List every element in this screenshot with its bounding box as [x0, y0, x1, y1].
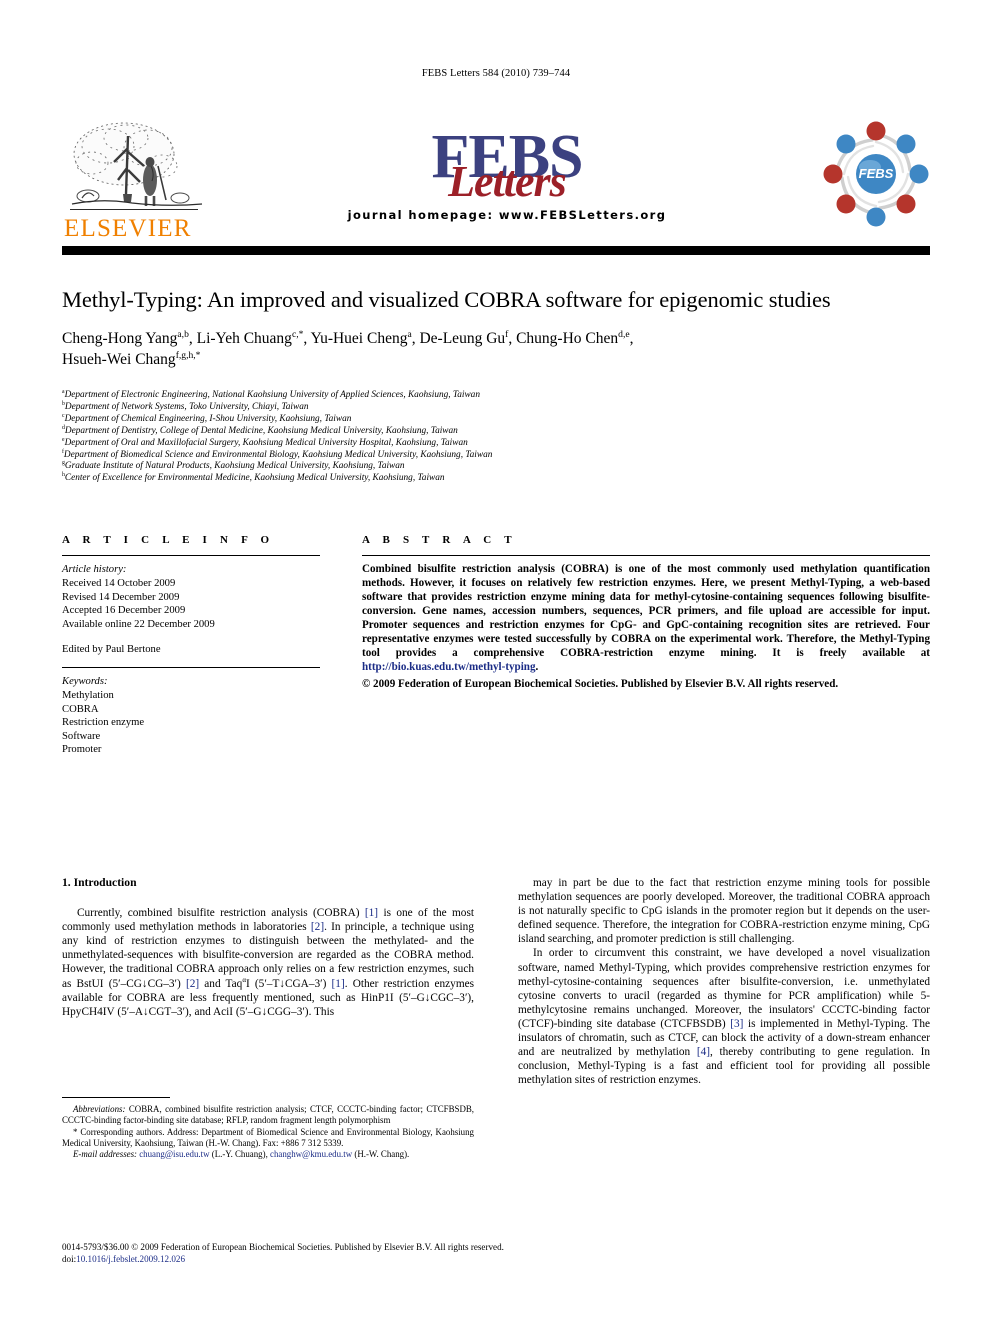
keyword-item: COBRA [62, 703, 99, 715]
article-page: FEBS Letters 584 (2010) 739–744 ELSEVIER… [0, 0, 992, 1323]
affiliation-item: bDepartment of Network Systems, Toko Uni… [62, 400, 309, 412]
febs-society-svg: FEBS [823, 121, 929, 227]
letters-wordmark: Letters [448, 157, 567, 206]
footnote-block: Abbreviations: COBRA, combined bisulfite… [62, 1097, 474, 1161]
colophon: 0014-5793/$36.00 © 2009 Federation of Eu… [62, 1242, 662, 1265]
history-item: Available online 22 December 2009 [62, 618, 215, 630]
footnote-abbreviations: Abbreviations: COBRA, combined bisulfite… [62, 1104, 474, 1126]
article-history-label: Article history: [62, 564, 127, 576]
paragraph: In order to circumvent this constraint, … [518, 947, 930, 1087]
tree-illustration-svg [71, 122, 203, 206]
elsevier-tree-icon [62, 118, 212, 214]
affiliation-item: eDepartment of Oral and Maxillofacial Su… [62, 436, 468, 448]
page-title: Methyl-Typing: An improved and visualize… [62, 287, 831, 312]
keyword-item: Methylation [62, 689, 114, 701]
footnote-corresponding: * Corresponding authors. Address: Depart… [62, 1126, 474, 1148]
journal-masthead: ELSEVIER FEBS Letters journal homepage: … [62, 118, 930, 244]
body-column-left: 1. Introduction Currently, combined bisu… [62, 876, 474, 1019]
doi-line: doi:10.1016/j.febslet.2009.12.026 [62, 1254, 662, 1266]
running-head: FEBS Letters 584 (2010) 739–744 [421, 68, 571, 79]
abstract-text: Combined bisulfite restriction analysis … [362, 563, 930, 691]
abstract-url-link[interactable]: http://bio.kuas.edu.tw/methyl-typing [362, 661, 536, 673]
section-heading-introduction: 1. Introduction [62, 876, 137, 889]
tree-baseline [70, 208, 198, 210]
author-affil-marks: f,g,h,* [175, 349, 201, 361]
issn-copyright-line: 0014-5793/$36.00 © 2009 Federation of Eu… [62, 1242, 504, 1252]
affiliation-list: aDepartment of Electronic Engineering, N… [62, 388, 932, 485]
febs-logo-graphic: FEBS Letters [272, 120, 742, 206]
citation-ref[interactable]: [2] [311, 921, 324, 933]
author-list: Cheng-Hong Yanga,b, Li-Yeh Chuangc,*, Yu… [62, 328, 932, 370]
febs-society-icon: FEBS [822, 120, 930, 228]
author-entry: Hsueh-Wei Changf,g,h,* [62, 349, 201, 368]
abstract-period: . [535, 660, 539, 673]
history-item: Accepted 16 December 2009 [62, 605, 186, 617]
history-item: Revised 14 December 2009 [62, 591, 180, 603]
keyword-item: Software [62, 730, 101, 742]
body-column-right: may in part be due to the fact that rest… [518, 876, 930, 1087]
keyword-item: Restriction enzyme [62, 717, 145, 729]
citation-ref[interactable]: [2] [186, 978, 199, 990]
footnote-emails: E-mail addresses: chuang@isu.edu.tw (L.-… [73, 1149, 410, 1160]
email-link-chang[interactable]: changhw@kmu.edu.tw [270, 1149, 352, 1159]
affiliation-item: hCenter of Excellence for Environmental … [62, 472, 445, 484]
masthead-divider [62, 246, 930, 255]
author-affil-marks: a,b [177, 328, 189, 340]
abstract-column: A B S T R A C T Combined bisulfite restr… [362, 534, 930, 692]
author-affil-marks: d,e [618, 328, 630, 340]
footnote-rule [62, 1097, 170, 1099]
keywords-label: Keywords: [62, 676, 108, 688]
article-info-column: A R T I C L E I N F O Article history: R… [62, 534, 320, 757]
citation-ref[interactable]: [1] [332, 978, 345, 990]
abbreviations-label: Abbreviations: [73, 1104, 126, 1115]
email-link-chuang[interactable]: chuang@isu.edu.tw [139, 1149, 209, 1159]
author-entry: Cheng-Hong Yanga,b, [62, 328, 197, 347]
elsevier-logo: ELSEVIER [62, 118, 227, 244]
elsevier-wordmark: ELSEVIER [64, 215, 192, 242]
citation-ref[interactable]: [3] [730, 1018, 743, 1030]
article-info-rule [62, 555, 320, 557]
affiliation-item: fDepartment of Biomedical Science and En… [62, 448, 493, 460]
abstract-rule [362, 555, 930, 557]
author-entry: Li-Yeh Chuangc,*, [196, 328, 311, 347]
citation-ref[interactable]: [4] [697, 1046, 710, 1058]
febs-mark-label: FEBS [859, 166, 894, 181]
affiliation-item: dDepartment of Dentistry, College of Den… [62, 424, 458, 436]
doi-link[interactable]: 10.1016/j.febslet.2009.12.026 [76, 1254, 185, 1264]
febs-letters-logo: FEBS Letters journal homepage: www.FEBSL… [272, 120, 742, 244]
editor-line: Edited by Paul Bertone [62, 644, 161, 656]
paragraph: may in part be due to the fact that rest… [518, 877, 930, 946]
paragraph: Currently, combined bisulfite restrictio… [62, 907, 475, 1018]
author-entry: De-Leung Guf, [419, 328, 517, 347]
affiliation-item: gGraduate Institute of Natural Products,… [62, 460, 405, 472]
citation-ref[interactable]: [1] [365, 907, 378, 919]
abstract-body: Combined bisulfite restriction analysis … [362, 563, 930, 659]
doi-label: doi: [62, 1253, 77, 1264]
affiliation-item: aDepartment of Electronic Engineering, N… [62, 388, 480, 400]
article-info-heading: A R T I C L E I N F O [62, 534, 275, 546]
author-entry: Chung-Ho Chend,e, [516, 328, 634, 347]
abstract-copyright: © 2009 Federation of European Biochemica… [362, 677, 839, 690]
article-history-block: Article history: Received 14 October 200… [62, 563, 320, 657]
abstract-heading: A B S T R A C T [362, 534, 517, 546]
keywords-block: Keywords: Methylation COBRA Restriction … [62, 675, 320, 757]
history-item: Received 14 October 2009 [62, 577, 176, 589]
email-label: E-mail addresses: [73, 1149, 138, 1160]
keyword-item: Promoter [62, 744, 102, 756]
affiliation-item: cDepartment of Chemical Engineering, I-S… [62, 412, 352, 424]
author-affil-marks: c,* [291, 328, 304, 340]
keywords-rule [62, 666, 320, 669]
author-entry: Yu-Huei Chenga, [310, 328, 420, 347]
journal-homepage-line[interactable]: journal homepage: www.FEBSLetters.org [272, 208, 742, 222]
